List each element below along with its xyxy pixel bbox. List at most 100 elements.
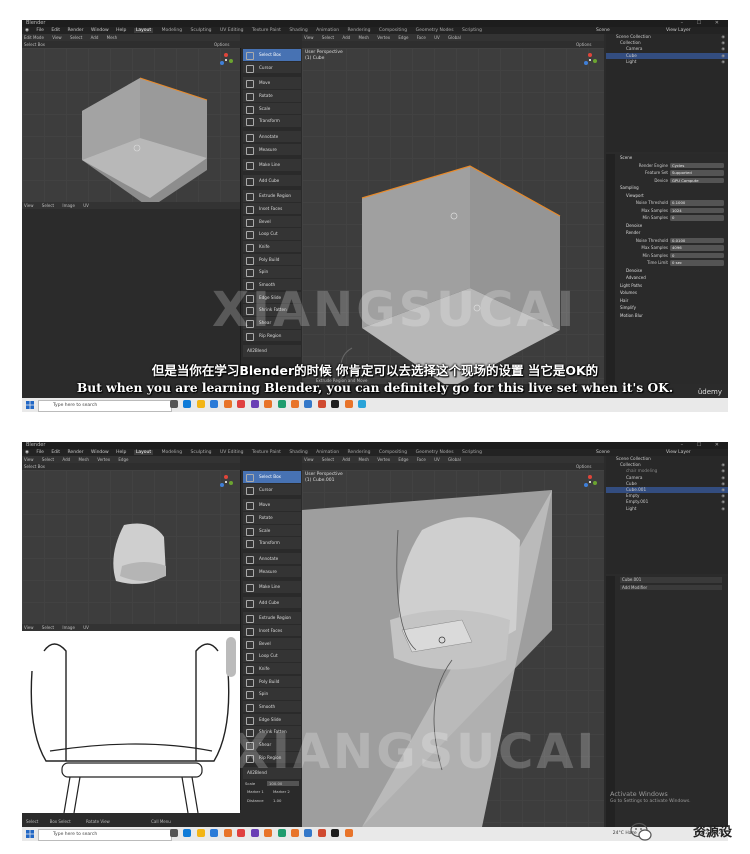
- scale-field[interactable]: 100.00: [267, 780, 299, 787]
- header-vertex[interactable]: Vertex: [97, 457, 110, 462]
- blender-logo-icon[interactable]: ◉: [25, 28, 29, 33]
- motion-blur-section[interactable]: Motion Blur: [606, 312, 728, 320]
- tool-poly-build[interactable]: Poly Build: [243, 675, 301, 688]
- tool-move[interactable]: Move: [243, 499, 301, 511]
- tool-transform[interactable]: Transform: [243, 537, 301, 549]
- left-3d-viewport[interactable]: [22, 470, 240, 624]
- uv-view[interactable]: View: [24, 203, 34, 208]
- outliner-row[interactable]: Light ◉: [606, 59, 728, 65]
- header-add[interactable]: Add: [91, 35, 99, 40]
- tab-compositing[interactable]: Compositing: [379, 450, 407, 455]
- header-select[interactable]: Select: [322, 457, 334, 462]
- tab-shading[interactable]: Shading: [289, 450, 307, 455]
- tool-spin[interactable]: Spin: [243, 688, 301, 700]
- tab-scripting[interactable]: Scripting: [462, 28, 482, 33]
- render-subsection[interactable]: Render: [606, 229, 728, 237]
- view-layer-selector[interactable]: View Layer: [666, 449, 691, 456]
- taskbar-search-input[interactable]: Type here to search: [38, 400, 172, 412]
- tab-modeling[interactable]: Modeling: [162, 450, 182, 455]
- uv-select[interactable]: Select: [42, 625, 54, 630]
- tool-transform[interactable]: Transform: [243, 115, 301, 127]
- tab-texture-paint[interactable]: Texture Paint: [252, 450, 281, 455]
- sampling-section[interactable]: Sampling: [606, 184, 728, 192]
- app-icon[interactable]: [277, 829, 286, 837]
- tool-extrude-region[interactable]: Extrude Region: [243, 612, 301, 624]
- time-limit-field[interactable]: 0 sec: [670, 260, 724, 266]
- windows-start-icon[interactable]: [26, 401, 34, 409]
- feature-set-dropdown[interactable]: Supported: [670, 170, 724, 176]
- tool-knife[interactable]: Knife: [243, 240, 301, 253]
- header-vertex[interactable]: Vertex: [377, 35, 390, 40]
- app-icon[interactable]: [317, 400, 326, 408]
- tool-add-cube[interactable]: Add Cube: [243, 596, 301, 609]
- header-vertex[interactable]: Vertex: [377, 457, 390, 462]
- tool-knife[interactable]: Knife: [243, 662, 301, 675]
- header-face[interactable]: Face: [417, 457, 426, 462]
- header-edge[interactable]: Edge: [398, 457, 408, 462]
- simplify-section[interactable]: Simplify: [606, 304, 728, 312]
- header-add[interactable]: Add: [342, 457, 350, 462]
- tab-uv-editing[interactable]: UV Editing: [220, 450, 243, 455]
- menu-file[interactable]: File: [36, 450, 44, 455]
- store-icon[interactable]: [210, 400, 219, 408]
- tool-annotate[interactable]: Annotate: [243, 552, 301, 565]
- tab-layout[interactable]: Layout: [133, 450, 154, 455]
- app-icon[interactable]: [250, 829, 259, 837]
- visibility-eye-icon[interactable]: ◉: [721, 59, 725, 65]
- navigation-gizmo-icon[interactable]: [582, 52, 598, 68]
- menu-file[interactable]: File: [36, 28, 44, 33]
- blender-app-icon[interactable]: [223, 400, 232, 408]
- tool-measure[interactable]: Measure: [243, 565, 301, 578]
- header-uv[interactable]: UV: [434, 457, 440, 462]
- header-view[interactable]: View: [52, 35, 62, 40]
- header-mesh[interactable]: Mesh: [107, 35, 118, 40]
- tool-make-line[interactable]: Make Line: [243, 159, 301, 171]
- header-view[interactable]: View: [304, 457, 314, 462]
- app-icon[interactable]: [304, 400, 313, 408]
- tool-inset-faces[interactable]: Inset Faces: [243, 202, 301, 215]
- tab-sculpting[interactable]: Sculpting: [191, 450, 212, 455]
- tab-layout[interactable]: Layout: [133, 28, 154, 33]
- tool-loop-cut[interactable]: Loop Cut: [243, 228, 301, 240]
- tab-rendering[interactable]: Rendering: [348, 450, 371, 455]
- options-button[interactable]: Options: [576, 41, 591, 48]
- tool-bevel[interactable]: Bevel: [243, 637, 301, 649]
- tool-cursor[interactable]: Cursor: [243, 483, 301, 496]
- uv-select[interactable]: Select: [42, 203, 54, 208]
- app-icon[interactable]: [358, 400, 367, 408]
- chrome-icon[interactable]: [237, 829, 246, 837]
- blender-app-icon[interactable]: [290, 829, 299, 837]
- menu-window[interactable]: Window: [91, 450, 109, 455]
- tool-scale[interactable]: Scale: [243, 102, 301, 115]
- window-controls[interactable]: – ☐ ✕: [681, 442, 725, 449]
- header-view[interactable]: View: [304, 35, 314, 40]
- tab-scripting[interactable]: Scripting: [462, 450, 482, 455]
- tab-modeling[interactable]: Modeling: [162, 28, 182, 33]
- header-face[interactable]: Face: [417, 35, 426, 40]
- max-samples-field[interactable]: 4096: [670, 245, 724, 251]
- file-explorer-icon[interactable]: [196, 400, 205, 408]
- outliner-row[interactable]: Light ◉: [606, 506, 728, 512]
- app-icon[interactable]: [250, 400, 259, 408]
- navigation-gizmo-icon[interactable]: [582, 474, 598, 490]
- tool-annotate[interactable]: Annotate: [243, 130, 301, 143]
- tab-uv-editing[interactable]: UV Editing: [220, 28, 243, 33]
- tool-scale[interactable]: Scale: [243, 524, 301, 537]
- app-icon[interactable]: [304, 829, 313, 837]
- tool-select-box[interactable]: Select Box: [243, 471, 301, 483]
- image-editor[interactable]: [22, 631, 240, 813]
- navigation-gizmo-icon[interactable]: [218, 52, 234, 68]
- uv-uv[interactable]: UV: [83, 625, 89, 630]
- app-icon[interactable]: [331, 829, 340, 837]
- tab-rendering[interactable]: Rendering: [348, 28, 371, 33]
- hair-section[interactable]: Hair: [606, 297, 728, 305]
- mode-selector[interactable]: Edit Mode: [24, 35, 44, 40]
- tool-extrude-region[interactable]: Extrude Region: [243, 190, 301, 202]
- uv-view[interactable]: View: [24, 625, 34, 630]
- header-select[interactable]: Select: [70, 35, 82, 40]
- navigation-buttons[interactable]: [226, 637, 236, 677]
- uv-image[interactable]: Image: [62, 203, 75, 208]
- windows-start-icon[interactable]: [26, 830, 34, 838]
- header-add[interactable]: Add: [342, 35, 350, 40]
- denoise-subsection[interactable]: Denoise: [606, 222, 728, 230]
